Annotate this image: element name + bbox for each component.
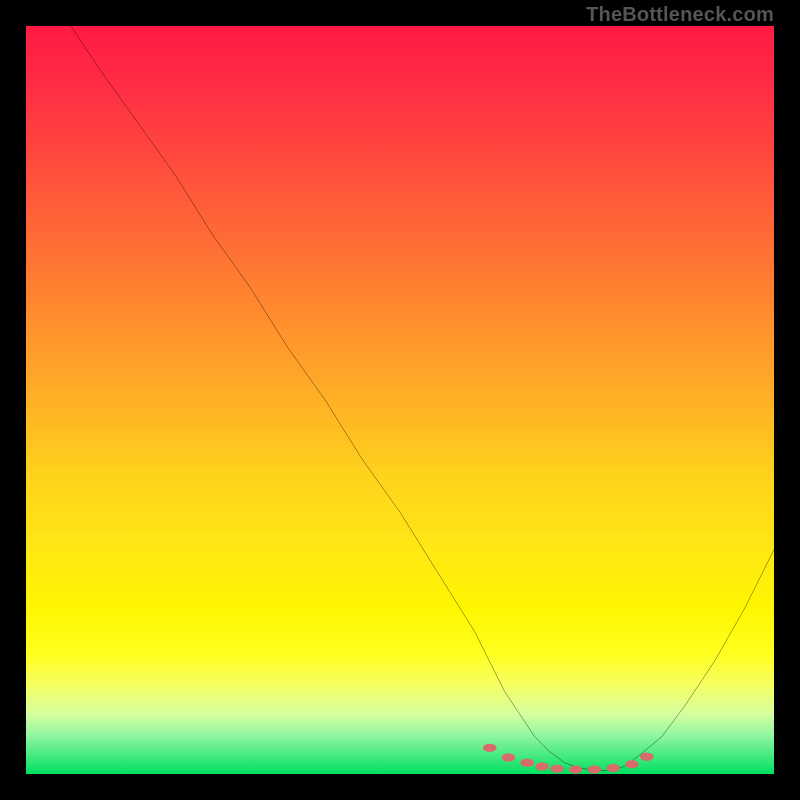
highlight-dot bbox=[569, 765, 582, 773]
watermark-text: TheBottleneck.com bbox=[586, 4, 774, 27]
highlight-dot bbox=[625, 760, 638, 768]
highlight-dots bbox=[483, 744, 654, 774]
chart-frame: TheBottleneck.com bbox=[0, 0, 800, 800]
highlight-dot bbox=[535, 762, 548, 770]
highlight-dot bbox=[606, 764, 619, 772]
highlight-dots-layer bbox=[26, 26, 774, 774]
highlight-dot bbox=[502, 753, 515, 761]
highlight-dot bbox=[520, 759, 533, 767]
highlight-dot bbox=[550, 765, 563, 773]
highlight-dot bbox=[588, 765, 601, 773]
highlight-dot bbox=[483, 744, 496, 752]
plot-area bbox=[26, 26, 774, 774]
highlight-dot bbox=[640, 753, 653, 761]
